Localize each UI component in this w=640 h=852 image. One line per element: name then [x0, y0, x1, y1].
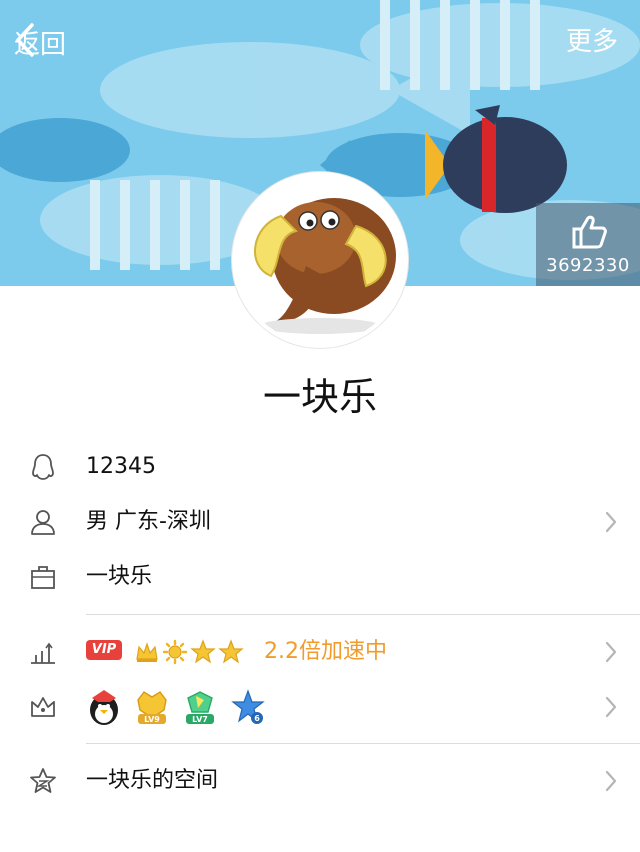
chevron-left-icon: [16, 23, 34, 57]
company-text: 一块乐: [86, 564, 153, 589]
qzone-label: 一块乐的空间: [86, 768, 219, 793]
badge-list: LV9 LV7 6: [86, 686, 266, 730]
lv7-badge: LV7: [186, 691, 214, 724]
svg-text:LV7: LV7: [192, 715, 208, 724]
company-row: 一块乐: [0, 550, 640, 604]
like-count: 3692330: [546, 255, 630, 276]
crown-outline-icon: [31, 697, 55, 717]
avatar[interactable]: [232, 172, 408, 348]
star-icon: [218, 639, 244, 664]
vip-tag: VIP: [86, 640, 122, 660]
profile-page: 返回 更多 3692330 一块乐 12345 男 广东-深圳 一块乐 VIP …: [0, 0, 640, 852]
crown-icon: [136, 642, 158, 662]
level-icons: [134, 635, 244, 669]
qq-penguin-icon: [32, 454, 54, 480]
section-divider: [86, 743, 640, 744]
gender-location-text: 男 广东-深圳: [86, 509, 211, 534]
chevron-right-icon: [605, 641, 617, 663]
section-divider: [86, 614, 640, 615]
qq-number-row: 12345: [0, 440, 640, 494]
qq-number-text: 12345: [86, 454, 156, 479]
vip-speed-text: 2.2倍加速中: [264, 639, 387, 664]
star-icon: [190, 639, 216, 664]
back-button[interactable]: 返回: [14, 22, 66, 62]
qq-penguin-badge: [90, 690, 118, 725]
level-chart-icon: [31, 642, 55, 664]
lv9-badge: LV9: [137, 691, 167, 724]
badges-row[interactable]: LV9 LV7 6: [0, 680, 640, 734]
vip-level-row[interactable]: VIP 2.2倍加速中: [0, 625, 640, 679]
like-button[interactable]: 3692330: [536, 203, 640, 286]
chevron-right-icon: [605, 770, 617, 792]
more-button[interactable]: 更多: [566, 22, 618, 62]
svg-text:6: 6: [254, 714, 260, 723]
sun-icon: [162, 639, 188, 665]
personal-info-row[interactable]: 男 广东-深圳: [0, 495, 640, 549]
qzone-row[interactable]: 一块乐的空间: [0, 754, 640, 808]
svg-text:LV9: LV9: [144, 715, 160, 724]
thumbs-up-icon: [572, 215, 607, 249]
mammoth-avatar-image: [236, 176, 404, 344]
profile-nickname: 一块乐: [262, 375, 377, 419]
chevron-right-icon: [605, 511, 617, 533]
chevron-right-icon: [605, 696, 617, 718]
person-icon: [31, 510, 55, 535]
qzone-star-icon: [30, 768, 56, 793]
star-6-badge: 6: [231, 689, 265, 724]
briefcase-icon: [31, 566, 55, 589]
